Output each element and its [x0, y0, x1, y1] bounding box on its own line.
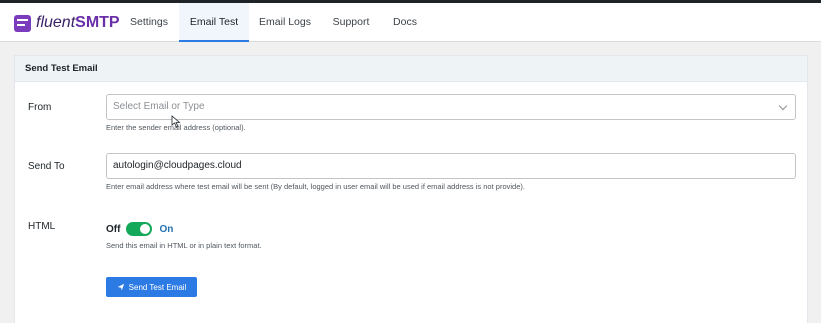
html-toggle-row: Off On: [106, 221, 173, 237]
mouse-cursor-icon: [171, 115, 181, 128]
send-test-email-panel: Send Test Email From Select Email or Typ…: [14, 55, 808, 323]
paper-plane-icon: [117, 283, 124, 291]
tab-email-logs[interactable]: Email Logs: [250, 3, 320, 42]
send-to-help-text: Enter email address where test email wil…: [106, 182, 525, 191]
from-label: From: [28, 102, 52, 113]
brand-name-prefix: fluent: [36, 14, 76, 31]
chevron-down-icon[interactable]: [778, 101, 788, 111]
panel-title: Send Test Email: [15, 56, 807, 82]
tab-settings[interactable]: Settings: [117, 3, 181, 42]
brand-logo[interactable]: fluentSMTP: [14, 13, 120, 33]
send-to-email-field[interactable]: autologin@cloudpages.cloud: [106, 153, 796, 179]
html-label: HTML: [28, 221, 56, 232]
send-to-label: Send To: [28, 161, 65, 172]
tab-support[interactable]: Support: [322, 3, 380, 42]
from-email-placeholder: Select Email or Type: [113, 101, 205, 112]
tab-docs[interactable]: Docs: [383, 3, 427, 42]
top-navigation: fluentSMTP Settings Email Test Email Log…: [0, 3, 821, 42]
brand-name: fluentSMTP: [36, 13, 120, 33]
html-help-text: Send this email in HTML or in plain text…: [106, 241, 262, 250]
brand-logo-icon: [14, 14, 31, 32]
tab-email-test[interactable]: Email Test: [179, 3, 249, 42]
toggle-off-label: Off: [106, 223, 121, 235]
toggle-on-label: On: [159, 223, 174, 235]
toggle-knob: [140, 224, 151, 234]
html-toggle-switch[interactable]: [126, 222, 153, 236]
send-test-email-button[interactable]: Send Test Email: [106, 277, 197, 297]
send-test-email-label: Send Test Email: [128, 282, 187, 292]
brand-name-strong: SMTP: [75, 14, 120, 31]
from-email-select[interactable]: Select Email or Type: [106, 94, 796, 120]
